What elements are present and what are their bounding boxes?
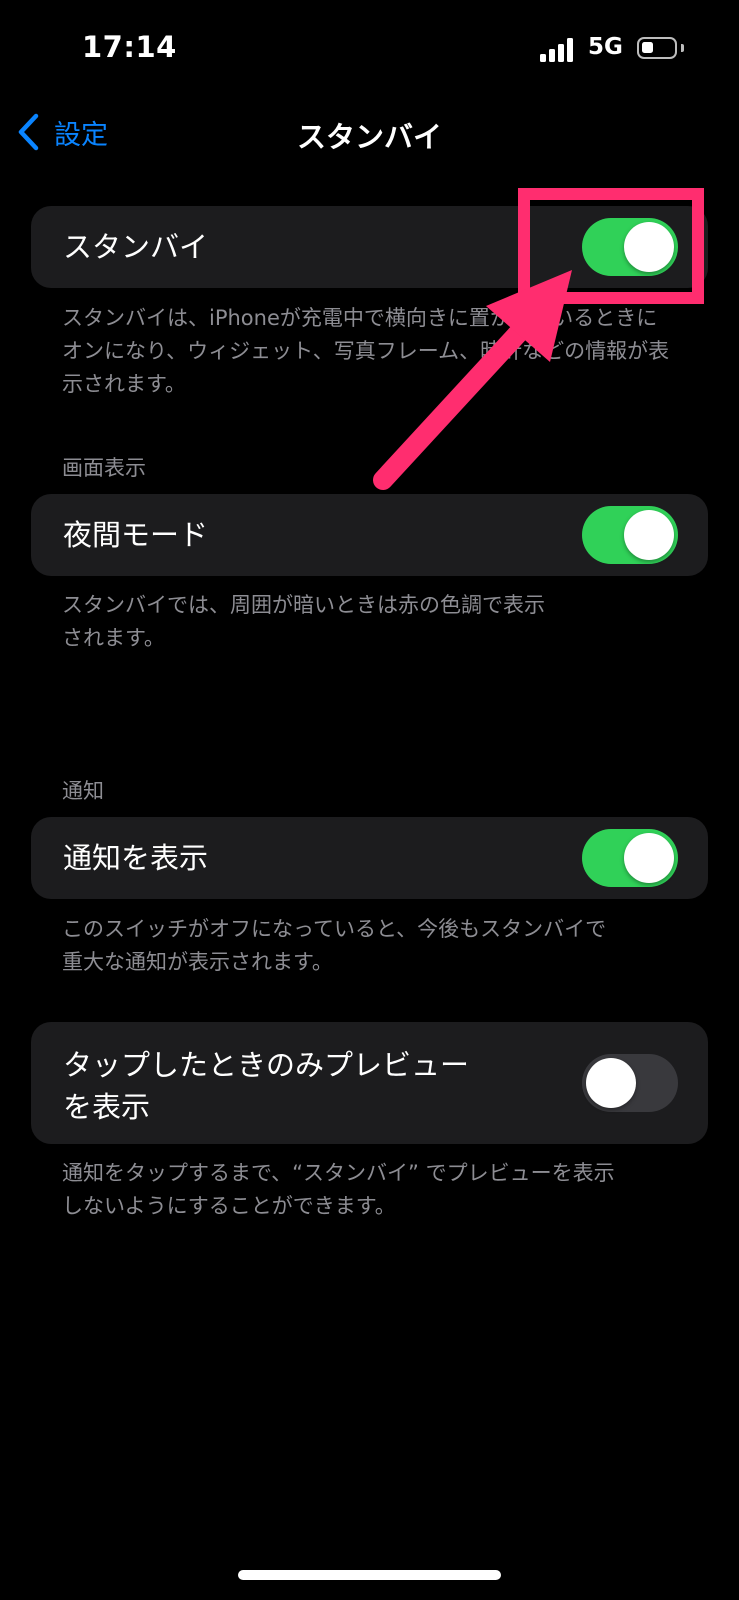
notifications-group: 通知を表示 (31, 817, 708, 899)
preview-group: タップしたときのみプレビュー を表示 (31, 1022, 708, 1144)
home-indicator (238, 1570, 501, 1580)
toggle-knob (624, 833, 674, 883)
standby-group: スタンバイ (31, 206, 708, 288)
battery-icon (637, 37, 677, 59)
status-time: 17:14 (82, 30, 177, 64)
preview-toggle[interactable] (582, 1054, 678, 1112)
preview-label: タップしたときのみプレビュー を表示 (63, 1048, 470, 1124)
battery-tip (681, 44, 684, 52)
preview-footer: 通知をタップするまで、“スタンバイ” でプレビューを表示 しないようにすることが… (62, 1161, 615, 1218)
show-notifications-label: 通知を表示 (63, 841, 209, 875)
night-mode-toggle[interactable] (582, 506, 678, 564)
display-section-header: 画面表示 (62, 456, 146, 480)
status-bar: 17:14 5G (0, 0, 739, 100)
toggle-knob (624, 222, 674, 272)
display-group: 夜間モード (31, 494, 708, 576)
toggle-knob (586, 1058, 636, 1108)
notifications-footer: このスイッチがオフになっていると、今後もスタンバイで 重大な通知が表示されます。 (62, 917, 607, 974)
network-type: 5G (588, 34, 623, 60)
display-footer: スタンバイでは、周囲が暗いときは赤の色調で表示 されます。 (62, 593, 545, 650)
navigation-bar: 設定 スタンバイ (0, 100, 739, 164)
standby-toggle[interactable] (582, 218, 678, 276)
cellular-signal-icon (540, 38, 573, 62)
page-title: スタンバイ (296, 120, 442, 154)
standby-label: スタンバイ (63, 230, 209, 264)
standby-footer: スタンバイは、iPhoneが充電中で横向きに置かれているときにオンになり、ウィジ… (62, 306, 670, 396)
notifications-section-header: 通知 (62, 779, 104, 803)
night-mode-label: 夜間モード (63, 518, 209, 552)
toggle-knob (624, 510, 674, 560)
show-notifications-toggle[interactable] (582, 829, 678, 887)
